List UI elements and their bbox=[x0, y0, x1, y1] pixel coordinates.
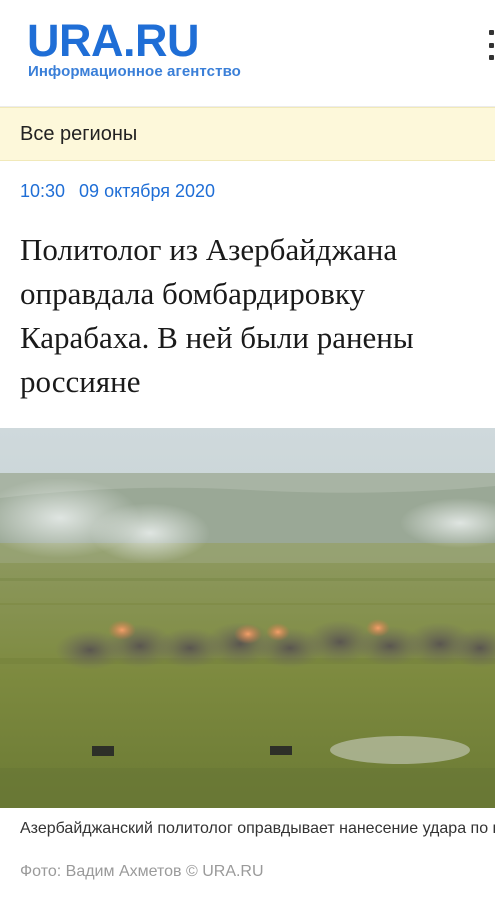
article-time: 10:30 bbox=[20, 181, 66, 201]
photo-landscape-image bbox=[0, 428, 495, 808]
photo-credit: Фото: Вадим Ахметов © URA.RU bbox=[20, 863, 264, 880]
article-headline: Политолог из Азербайджана оправдала бомб… bbox=[20, 232, 414, 399]
more-vertical-icon[interactable] bbox=[485, 30, 495, 60]
photo-caption: Азербайджанский политолог оправдывает на… bbox=[20, 820, 495, 837]
article-photo[interactable] bbox=[0, 428, 495, 808]
site-logo[interactable]: URA.RU bbox=[27, 17, 200, 65]
region-selector-label: Все регионы bbox=[20, 123, 138, 145]
article-dateline: 10:30 09 октября 2020 bbox=[20, 181, 215, 202]
article-date: 09 октября 2020 bbox=[79, 181, 216, 201]
site-logo-subtitle: Информационное агентство bbox=[28, 63, 241, 80]
site-header: URA.RU Информационное агентство bbox=[0, 0, 495, 107]
region-selector[interactable]: Все регионы bbox=[0, 107, 495, 161]
